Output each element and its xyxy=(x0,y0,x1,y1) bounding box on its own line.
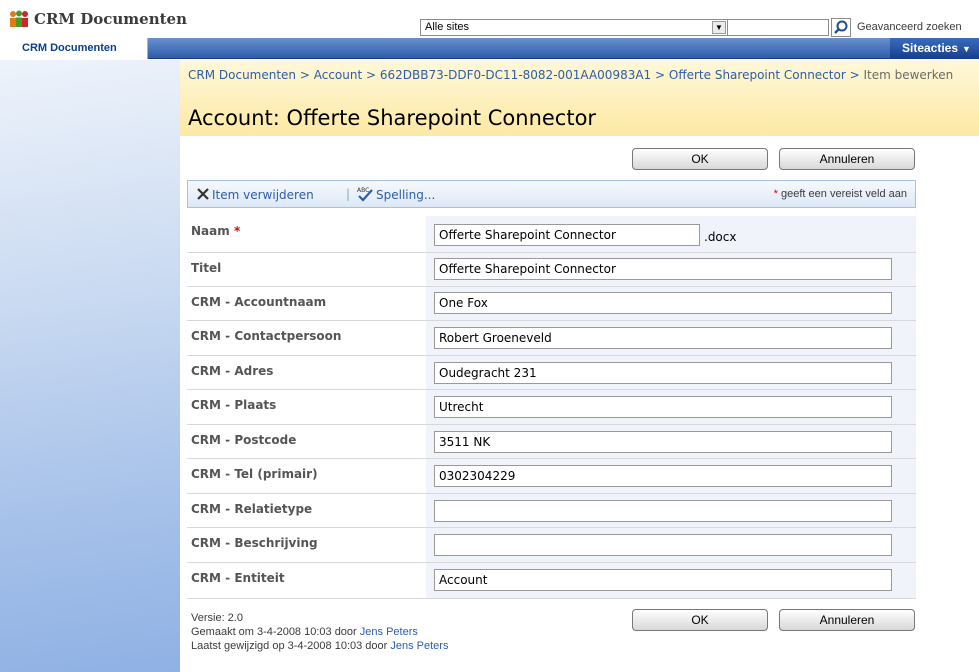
svg-text:ABC: ABC xyxy=(357,187,369,194)
cancel-button-top[interactable]: Annuleren xyxy=(779,148,915,170)
field-value-cell: Oudegracht 231 xyxy=(426,356,916,389)
form-row-titel: Titel Offerte Sharepoint Connector xyxy=(187,253,916,287)
field-value-cell: Offerte Sharepoint Connector xyxy=(426,253,916,286)
search-icon xyxy=(834,20,848,34)
people-icon xyxy=(10,10,28,27)
field-label: Naam * xyxy=(187,216,426,252)
field-value-cell: 3511 NK xyxy=(426,425,916,458)
search-input[interactable] xyxy=(727,19,829,36)
title-area: CRM Documenten > Account > 662DBB73-DDF0… xyxy=(180,60,979,136)
accountnaam-input[interactable]: One Fox xyxy=(434,292,892,314)
form-toolbar: Item verwijderen | ABC Spelling... * gee… xyxy=(187,180,916,208)
breadcrumb-item[interactable]: Offerte Sharepoint Connector xyxy=(669,68,846,82)
required-star: * xyxy=(233,224,241,238)
breadcrumb-current: Item bewerken xyxy=(863,68,954,82)
toolbar-separator: | xyxy=(346,187,351,201)
field-label: CRM - Postcode xyxy=(187,425,426,458)
field-label: CRM - Adres xyxy=(187,356,426,389)
form-row-beschrijving: CRM - Beschrijving xyxy=(187,528,916,563)
ok-button-top[interactable]: OK xyxy=(632,148,768,170)
modified-text: Laatst gewijzigd op 3-4-2008 10:03 door xyxy=(191,640,388,652)
created-by-link[interactable]: Jens Peters xyxy=(360,626,418,638)
breadcrumb-item[interactable]: Account xyxy=(314,68,362,82)
field-label: CRM - Plaats xyxy=(187,390,426,424)
field-value-cell: Account xyxy=(426,563,916,598)
site-actions-label: Siteacties xyxy=(902,41,959,55)
breadcrumb-item[interactable]: 662DBB73-DDF0-DC11-8082-001AA00983A1 xyxy=(380,68,651,82)
form-row-adres: CRM - Adres Oudegracht 231 xyxy=(187,356,916,390)
required-field-note: * geeft een vereist veld aan xyxy=(774,188,907,200)
field-value-cell: Offerte Sharepoint Connector .docx xyxy=(426,216,916,252)
site-title[interactable]: CRM Documenten xyxy=(34,10,187,28)
entiteit-input[interactable]: Account xyxy=(434,569,892,591)
field-label: CRM - Tel (primair) xyxy=(187,459,426,493)
delete-x-icon[interactable] xyxy=(196,187,210,201)
form-row-entiteit: CRM - Entiteit Account xyxy=(187,563,916,599)
top-nav-bar: CRM Documenten Siteacties ▼ xyxy=(0,38,979,59)
beschrijving-input[interactable] xyxy=(434,534,892,556)
form-row-relatietype: CRM - Relatietype xyxy=(187,494,916,528)
delete-item-link[interactable]: Item verwijderen xyxy=(212,188,314,202)
required-star: * xyxy=(773,188,778,200)
version-label: Versie: 2.0 xyxy=(191,612,243,624)
breadcrumb-separator: > xyxy=(362,68,380,82)
field-value-cell: Robert Groeneveld xyxy=(426,321,916,355)
breadcrumb-separator: > xyxy=(296,68,314,82)
tel-input[interactable]: 0302304229 xyxy=(434,465,892,487)
name-input[interactable]: Offerte Sharepoint Connector xyxy=(434,224,700,246)
file-extension: .docx xyxy=(704,230,737,244)
page-title: Account: Offerte Sharepoint Connector xyxy=(188,106,597,130)
form-row-plaats: CRM - Plaats Utrecht xyxy=(187,390,916,425)
field-value-cell: Utrecht xyxy=(426,390,916,424)
item-version-info: Versie: 2.0 Gemaakt om 3-4-2008 10:03 do… xyxy=(191,611,448,653)
field-label: CRM - Accountnaam xyxy=(187,287,426,320)
form-row-accountnaam: CRM - Accountnaam One Fox xyxy=(187,287,916,321)
form-row-contactpersoon: CRM - Contactpersoon Robert Groeneveld xyxy=(187,321,916,356)
form-row-postcode: CRM - Postcode 3511 NK xyxy=(187,425,916,459)
plaats-input[interactable]: Utrecht xyxy=(434,396,892,418)
field-value-cell: One Fox xyxy=(426,287,916,320)
advanced-search-link[interactable]: Geavanceerd zoeken xyxy=(857,21,962,33)
relatietype-input[interactable] xyxy=(434,500,892,522)
field-label: CRM - Entiteit xyxy=(187,563,426,598)
form-row-tel: CRM - Tel (primair) 0302304229 xyxy=(187,459,916,494)
breadcrumb-separator: > xyxy=(845,68,864,82)
breadcrumb-item[interactable]: CRM Documenten xyxy=(188,68,296,82)
chevron-down-icon[interactable]: ▼ xyxy=(712,21,726,34)
site-actions-menu[interactable]: Siteacties ▼ xyxy=(890,38,979,59)
modified-by-link[interactable]: Jens Peters xyxy=(390,640,448,652)
field-label-text: Naam xyxy=(191,224,230,238)
postcode-input[interactable]: 3511 NK xyxy=(434,431,892,453)
field-value-cell xyxy=(426,494,916,527)
form-row-naam: Naam * Offerte Sharepoint Connector .doc… xyxy=(187,216,916,253)
search-button[interactable] xyxy=(831,18,851,37)
modified-info: Laatst gewijzigd op 3-4-2008 10:03 door … xyxy=(191,639,448,653)
ok-button-bottom[interactable]: OK xyxy=(632,609,768,631)
spelling-check-icon[interactable]: ABC xyxy=(356,185,374,203)
left-navigation-pane xyxy=(0,60,180,672)
field-value-cell: 0302304229 xyxy=(426,459,916,493)
breadcrumb: CRM Documenten > Account > 662DBB73-DDF0… xyxy=(188,69,978,81)
required-note-text: geeft een vereist veld aan xyxy=(781,188,907,200)
breadcrumb-separator: > xyxy=(651,68,669,82)
field-label: CRM - Contactpersoon xyxy=(187,321,426,355)
spelling-link[interactable]: Spelling... xyxy=(376,188,435,202)
cancel-button-bottom[interactable]: Annuleren xyxy=(779,609,915,631)
created-info: Gemaakt om 3-4-2008 10:03 door Jens Pete… xyxy=(191,625,448,639)
adres-input[interactable]: Oudegracht 231 xyxy=(434,362,892,384)
contactpersoon-input[interactable]: Robert Groeneveld xyxy=(434,327,892,349)
search-scope-select[interactable]: Alle sites ▼ xyxy=(420,19,728,36)
top-bar: CRM Documenten Alle sites ▼ Geavanceerd … xyxy=(0,0,979,38)
field-label: CRM - Relatietype xyxy=(187,494,426,527)
field-label: Titel xyxy=(187,253,426,286)
chevron-down-icon: ▼ xyxy=(962,44,971,54)
created-text: Gemaakt om 3-4-2008 10:03 door xyxy=(191,626,357,638)
field-value-cell xyxy=(426,528,916,562)
nav-tab-crm-documenten[interactable]: CRM Documenten xyxy=(0,38,148,59)
search-scope-value: Alle sites xyxy=(425,21,470,33)
title-input[interactable]: Offerte Sharepoint Connector xyxy=(434,258,892,280)
field-label: CRM - Beschrijving xyxy=(187,528,426,562)
